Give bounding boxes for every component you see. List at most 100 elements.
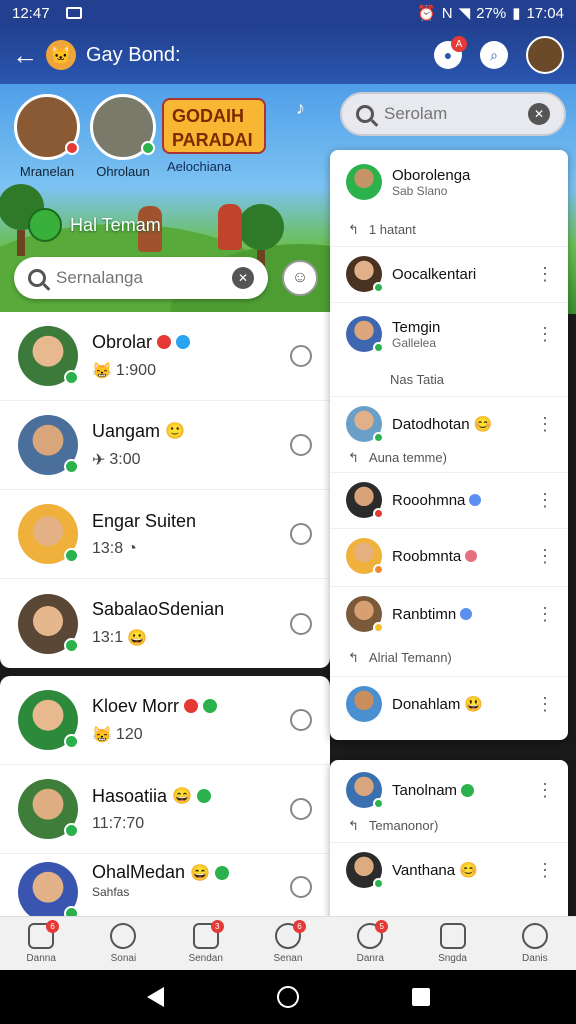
contact-name: Vanthana 😊 xyxy=(392,861,478,880)
back-arrow-icon[interactable]: ← xyxy=(12,40,38,71)
system-recents-icon[interactable] xyxy=(411,988,430,1006)
chat-name: Engar Suiten xyxy=(92,510,197,531)
notifications-button[interactable]: ● A xyxy=(434,36,467,69)
clear-search-icon[interactable]: ✕ xyxy=(528,103,550,125)
panel-note: ↰ Temanonor) xyxy=(348,818,439,833)
more-options-icon[interactable]: ⋮ xyxy=(536,265,554,283)
panel-search-bar[interactable]: ✕ xyxy=(340,92,566,136)
panel-contact-row[interactable]: Vanthana 😊 ⋮ xyxy=(330,852,568,889)
system-navigation-bar xyxy=(0,970,576,1024)
grin-emoji-icon: 😄 xyxy=(172,788,192,805)
more-options-icon[interactable]: ⋮ xyxy=(536,781,554,799)
reply-icon: ↰ xyxy=(348,650,359,665)
panel-contact-row[interactable]: Tanolnam ⋮ xyxy=(330,772,568,809)
chat-avatar xyxy=(18,779,79,839)
search-bar[interactable]: ✕ xyxy=(14,257,268,299)
nav-item-home[interactable]: 6 Danna xyxy=(0,917,82,970)
chat-row[interactable]: Engar Suiten 13:8 ◔ xyxy=(0,490,330,579)
select-radio[interactable] xyxy=(290,612,312,635)
nav-item-search[interactable]: 6 Senan xyxy=(247,917,329,970)
character-figure xyxy=(218,204,242,250)
more-options-icon[interactable]: ⋮ xyxy=(536,605,554,623)
contact-avatar xyxy=(346,256,384,293)
divider xyxy=(330,842,568,843)
panel-contact-row[interactable]: Temgin Gallelea ⋮ xyxy=(330,316,568,353)
page-title: Gay Bond: xyxy=(86,43,181,66)
message-icon xyxy=(65,7,82,19)
contact-name: Datodhotan 😊 xyxy=(392,415,493,434)
nav-item-explore[interactable]: Sonai xyxy=(82,917,164,970)
nav-item-chat[interactable]: 5 Danra xyxy=(329,917,411,970)
search-icon xyxy=(28,269,46,287)
chat-row[interactable]: Uangam 🙂 ✈ 3:00 xyxy=(0,401,330,490)
more-options-icon[interactable]: ⋮ xyxy=(536,695,554,713)
chat-meta: 13:1 xyxy=(92,629,124,646)
nav-item-saved[interactable]: Sngda xyxy=(411,917,493,970)
panel-search-input[interactable] xyxy=(384,104,518,124)
select-radio[interactable] xyxy=(290,434,312,456)
chat-meta: 13:8 xyxy=(92,539,124,557)
panel-contact-row[interactable]: Roobmnta ⋮ xyxy=(330,538,568,575)
more-options-icon[interactable]: ⋮ xyxy=(536,547,554,565)
select-radio[interactable] xyxy=(290,709,312,731)
select-radio[interactable] xyxy=(290,876,312,898)
chat-avatar xyxy=(18,690,79,750)
story-avatar xyxy=(14,94,80,160)
story-item[interactable]: Ohrolaun xyxy=(90,94,156,179)
divider xyxy=(330,528,568,529)
contact-avatar xyxy=(346,772,384,809)
notification-badge: A xyxy=(451,36,467,52)
chat-row[interactable]: Kloev Morr 😸 120 xyxy=(0,676,330,765)
nav-item-profile[interactable]: Danis xyxy=(494,917,576,970)
more-options-icon[interactable]: ⋮ xyxy=(536,861,554,879)
music-note-icon: ♪ xyxy=(296,98,305,118)
bookmark-icon xyxy=(439,923,466,949)
panel-contact-row[interactable]: Rooohmna ⋮ xyxy=(330,482,568,519)
nav-item-send[interactable]: 3 Sendan xyxy=(165,917,247,970)
status-bar: 12:47 ⏰ N ◥ 27% ▮ 17:04 xyxy=(0,0,576,26)
filter-button[interactable]: ☺ xyxy=(282,260,318,296)
select-radio[interactable] xyxy=(290,798,312,820)
system-home-icon[interactable] xyxy=(276,986,299,1008)
chat-bubble-icon: 5 xyxy=(357,920,389,949)
chat-meta: 1:900 xyxy=(115,361,156,379)
select-radio[interactable] xyxy=(290,345,312,367)
smile-emoji-icon: 😊 xyxy=(473,416,493,433)
more-options-icon[interactable]: ⋮ xyxy=(536,415,554,433)
wifi-icon: ◥ xyxy=(458,5,471,22)
panel-contact-row[interactable]: Oborolenga Sab Slano xyxy=(330,164,568,200)
system-back-icon[interactable] xyxy=(146,987,164,1007)
clear-search-icon[interactable]: ✕ xyxy=(232,267,254,289)
promo-banner[interactable]: GODAIH PARADAI xyxy=(162,98,266,154)
more-options-icon[interactable]: ⋮ xyxy=(536,491,554,509)
smile-emoji-icon: 😊 xyxy=(459,862,478,879)
profile-avatar[interactable] xyxy=(526,36,564,74)
app-logo-icon: 🐱 xyxy=(46,40,76,70)
reply-icon: ↰ xyxy=(348,818,359,833)
more-options-icon[interactable]: ⋮ xyxy=(536,325,554,343)
panel-contact-row[interactable]: Donahlam 😃 ⋮ xyxy=(330,686,568,722)
nfc-icon: N xyxy=(441,4,453,22)
panel-contact-row[interactable]: Datodhotan 😊 ⋮ xyxy=(330,406,568,443)
contact-name: Oocalkentari xyxy=(392,265,477,283)
friend-tag[interactable]: Hal Temam xyxy=(28,208,161,242)
panel-contact-row[interactable]: Ranbtimn ⋮ xyxy=(330,596,568,633)
contact-name: Donahlam 😃 xyxy=(392,695,484,714)
panel-note: ↰ Auna temme) xyxy=(348,450,447,465)
search-input[interactable] xyxy=(56,268,222,288)
divider xyxy=(330,586,568,587)
chat-list: Obrolar 😸 1:900 Uangam 🙂 ✈ 3:00 Engar Suite… xyxy=(0,312,330,668)
search-people-button[interactable]: ⌕ xyxy=(480,41,508,69)
chat-row[interactable]: OhalMedan 😄 Sahfas xyxy=(0,854,330,922)
status-badge xyxy=(176,335,191,349)
contact-avatar xyxy=(346,164,382,200)
panel-note: ↰ Alrial Temann) xyxy=(348,650,452,665)
reply-icon: ↰ xyxy=(348,450,359,465)
panel-contact-row[interactable]: Oocalkentari ⋮ xyxy=(330,256,568,293)
story-item[interactable]: Mranelan xyxy=(14,94,80,179)
chat-row[interactable]: SabalaoSdenian 13:1 😀 xyxy=(0,579,330,668)
chat-row[interactable]: Hasoatiia 😄 11:7:70 xyxy=(0,765,330,854)
chat-row[interactable]: Obrolar 😸 1:900 xyxy=(0,312,330,401)
select-radio[interactable] xyxy=(290,523,312,545)
chat-avatar xyxy=(18,862,79,922)
